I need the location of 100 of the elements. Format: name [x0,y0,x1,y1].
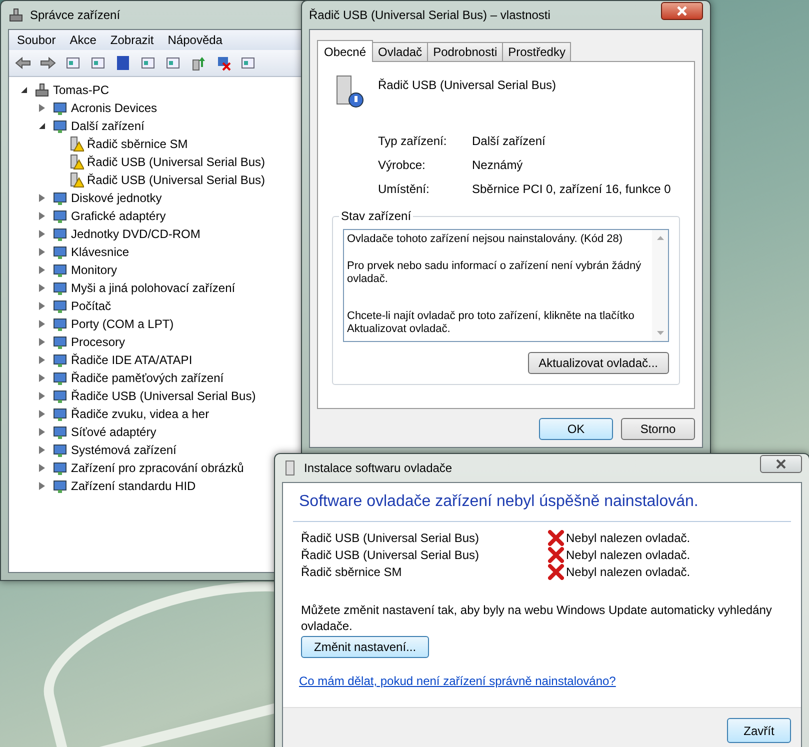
menu-item[interactable]: Akce [70,33,96,47]
expand-triangle-icon[interactable] [39,230,45,238]
device-name: Řadič USB (Universal Serial Bus) [301,530,480,546]
tree-item[interactable]: Řadiče USB (Universal Serial Bus) [71,389,256,403]
expand-triangle-icon[interactable] [39,482,45,490]
computer-icon [34,82,50,98]
device-warning-icon [68,136,84,152]
device-icon [52,316,68,332]
device-icon [52,388,68,404]
tree-item[interactable]: Monitory [71,263,118,277]
menu-item[interactable]: Soubor [17,33,56,47]
field-label: Typ zařízení: [378,134,448,148]
cancel-button[interactable]: Storno [621,418,695,440]
window-title: Řadič USB (Universal Serial Bus) – vlastnosti [309,8,550,22]
device-icon [52,460,68,476]
tree-item[interactable]: Řadiče paměťových zařízení [71,371,224,385]
error-cross-icon [548,547,564,563]
device-icon [52,100,68,116]
expand-triangle-icon[interactable] [39,284,45,292]
expand-triangle-icon[interactable] [39,320,45,328]
expand-triangle-icon[interactable] [39,464,45,472]
tree-item[interactable]: Klávesnice [71,245,130,259]
device-icon [52,208,68,224]
tree-item[interactable]: Řadič USB (Universal Serial Bus) [87,155,266,169]
field-label: Výrobce: [378,158,426,172]
tree-item[interactable]: Zařízení standardu HID [71,479,196,493]
error-cross-icon [548,530,564,546]
info-text: Můžete změnit nastavení tak, aby byly na webu Windows Update automaticky vyhledány ovladače. [300,602,773,634]
tree-item[interactable]: Další zařízení [71,119,144,133]
group-title: Stav zařízení [339,209,414,223]
collapse-triangle-icon[interactable] [39,123,45,129]
tab[interactable]: Obecné [317,40,374,62]
tree-item[interactable]: Diskové jednotky [71,191,162,205]
expand-triangle-icon[interactable] [39,392,45,400]
close-button[interactable] [760,455,802,473]
device-icon [52,280,68,296]
tree-item[interactable]: Tomas-PC [53,83,110,97]
tree-item[interactable]: Zařízení pro zpracování obrázků [71,461,244,475]
expand-triangle-icon[interactable] [39,104,45,112]
tab[interactable]: Prostředky [502,42,572,61]
tree-item[interactable]: Myši a jiná polohovací zařízení [71,281,236,295]
status-paragraph: Ovladače tohoto zařízení nejsou nainstalovány. (Kód 28) [347,233,624,246]
change-settings-button[interactable]: Změnit nastavení... [301,636,430,658]
menu-item[interactable]: Zobrazit [110,33,154,47]
tree-item[interactable]: Počítač [71,299,112,313]
device-icon [52,352,68,368]
status-paragraph: Chcete-li najít ovladač pro toto zařízení, klikněte na tlačítko Aktualizovat ovladač. [347,310,636,336]
dialog-heading: Software ovladače zařízení nebyl úspěšně nainstalován. [293,493,791,522]
window-title: Správce zařízení [30,8,120,22]
tab[interactable]: Ovladač [372,42,428,61]
tree-item[interactable]: Procesory [71,335,126,349]
tree-item[interactable]: Řadiče zvuku, videa a her [71,407,210,421]
device-name: Řadič USB (Universal Serial Bus) [301,547,480,563]
device-icon [52,262,68,278]
tree-item[interactable]: Síťové adaptéry [71,425,156,439]
tab[interactable]: Podrobnosti [427,42,504,61]
device-name: Řadič sběrnice SM [301,564,403,580]
expand-triangle-icon[interactable] [39,212,45,220]
tree-item[interactable]: Systémová zařízení [71,443,176,457]
expand-triangle-icon[interactable] [39,248,45,256]
tree-item[interactable]: Jednotky DVD/CD-ROM [71,227,200,241]
status-text: Nebyl nalezen ovladač. [566,564,690,580]
tree-item[interactable]: Grafické adaptéry [71,209,166,223]
expand-triangle-icon[interactable] [39,302,45,310]
expand-triangle-icon[interactable] [39,338,45,346]
collapse-triangle-icon[interactable] [21,87,27,93]
status-paragraph: Pro prvek nebo sadu informací o zařízení není vybrán žádný ovladač. [347,260,642,286]
expand-triangle-icon[interactable] [39,446,45,454]
close-dialog-button[interactable]: Zavřít [727,718,791,743]
ok-button[interactable]: OK [539,418,613,440]
device-icon [52,190,68,206]
expand-triangle-icon[interactable] [39,428,45,436]
expand-triangle-icon[interactable] [39,194,45,202]
close-button[interactable] [661,2,703,20]
close-icon [677,6,687,16]
help-link[interactable]: Co mám dělat, pokud není zařízení správně nainstalováno? [299,674,616,688]
update-driver-button[interactable]: Aktualizovat ovladač... [528,352,669,374]
device-icon [52,406,68,422]
status-text: Nebyl nalezen ovladač. [566,547,690,563]
field-value: Neznámý [472,158,524,172]
tree-item[interactable]: Řadiče IDE ATA/ATAPI [71,353,192,367]
expand-triangle-icon[interactable] [39,266,45,274]
expand-triangle-icon[interactable] [39,374,45,382]
expand-triangle-icon[interactable] [39,410,45,418]
status-text: Nebyl nalezen ovladač. [566,530,690,546]
field-value: Sběrnice PCI 0, zařízení 16, funkce 0 [472,182,672,196]
device-warning-icon [68,172,84,188]
error-cross-icon [548,564,564,580]
menu-item[interactable]: Nápověda [168,33,222,47]
field-label: Umístění: [378,182,430,196]
window-title: Instalace softwaru ovladače [304,461,452,475]
device-icon [52,424,68,440]
device-name: Řadič USB (Universal Serial Bus) [378,77,556,92]
tree-item[interactable]: Řadič sběrnice SM [87,137,188,151]
device-icon [52,478,68,494]
expand-triangle-icon[interactable] [39,356,45,364]
tree-item[interactable]: Porty (COM a LPT) [71,317,174,331]
tree-item[interactable]: Acronis Devices [71,101,158,115]
computer-icon [8,7,24,23]
tree-item[interactable]: Řadič USB (Universal Serial Bus) [87,173,266,187]
